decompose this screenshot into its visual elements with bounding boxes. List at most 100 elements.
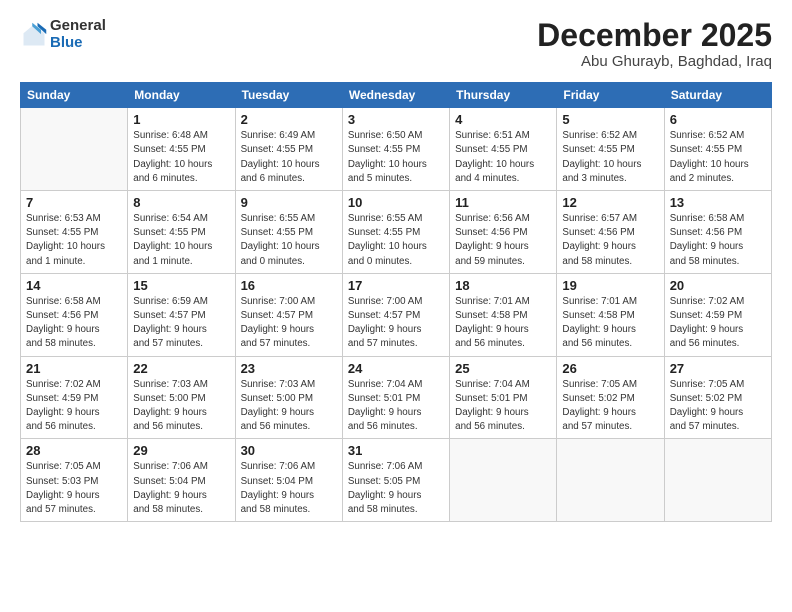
day-number: 17 [348,278,444,293]
day-number: 7 [26,195,122,210]
week-row-5: 28 Sunrise: 7:05 AMSunset: 5:03 PMDayligh… [21,439,772,522]
week-row-3: 14 Sunrise: 6:58 AMSunset: 4:56 PMDayligh… [21,273,772,356]
day-number: 2 [241,112,337,127]
day-info: Sunrise: 7:05 AMSunset: 5:02 PMDaylight:… [562,378,658,435]
calendar-cell: 2Sunrise: 6:49 AMSunset: 4:55 PMDaylight… [235,108,342,191]
calendar-cell: 21Sunrise: 7:02 AMSunset: 4:59 PMDayligh… [21,356,128,439]
day-info: Sunrise: 7:01 AMSunset: 4:58 PMDaylight:… [562,295,658,352]
day-number: 31 [348,443,444,458]
day-info: Sunrise: 7:06 AMSunset: 5:05 PMDaylight:… [348,460,444,517]
day-number: 28 [26,443,122,458]
calendar-cell: 13 Sunrise: 6:58 AMSunset: 4:56 PMDayligh… [664,191,771,274]
calendar-cell: 11 Sunrise: 6:56 AMSunset: 4:56 PMDayligh… [450,191,557,274]
day-info: Sunrise: 6:52 AMSunset: 4:55 PMDaylight:… [670,129,766,186]
day-info: Sunrise: 6:58 AMSunset: 4:56 PMDaylight:… [670,212,766,269]
day-number: 4 [455,112,551,127]
day-number: 13 [670,195,766,210]
calendar-cell: 31 Sunrise: 7:06 AMSunset: 5:05 PMDayligh… [342,439,449,522]
calendar-cell: 1 Sunrise: 6:48 AMSunset: 4:55 PMDaylight… [128,108,235,191]
day-info: Sunrise: 7:01 AMSunset: 4:58 PMDaylight:… [455,295,551,352]
calendar-cell: 19Sunrise: 7:01 AMSunset: 4:58 PMDayligh… [557,273,664,356]
weekday-friday: Friday [557,83,664,108]
day-number: 11 [455,195,551,210]
day-info: Sunrise: 7:04 AMSunset: 5:01 PMDaylight:… [455,378,551,435]
day-number: 16 [241,278,337,293]
weekday-saturday: Saturday [664,83,771,108]
header: General Blue December 2025 Abu Ghurayb, … [20,18,772,70]
day-number: 1 [133,112,229,127]
calendar-cell: 17 Sunrise: 7:00 AMSunset: 4:57 PMDayligh… [342,273,449,356]
day-number: 6 [670,112,766,127]
location: Abu Ghurayb, Baghdad, Iraq [537,53,772,70]
day-info: Sunrise: 6:55 AMSunset: 4:55 PMDaylight:… [241,212,337,269]
calendar-cell: 23 Sunrise: 7:03 AMSunset: 5:00 PMDayligh… [235,356,342,439]
day-number: 27 [670,361,766,376]
week-row-1: 1 Sunrise: 6:48 AMSunset: 4:55 PMDaylight… [21,108,772,191]
weekday-thursday: Thursday [450,83,557,108]
calendar-cell: 30 Sunrise: 7:06 AMSunset: 5:04 PMDayligh… [235,439,342,522]
day-info: Sunrise: 6:52 AMSunset: 4:55 PMDaylight:… [562,129,658,186]
calendar-cell: 25 Sunrise: 7:04 AMSunset: 5:01 PMDayligh… [450,356,557,439]
calendar-cell: 15 Sunrise: 6:59 AMSunset: 4:57 PMDayligh… [128,273,235,356]
week-row-4: 21Sunrise: 7:02 AMSunset: 4:59 PMDayligh… [21,356,772,439]
day-info: Sunrise: 6:56 AMSunset: 4:56 PMDaylight:… [455,212,551,269]
calendar-cell: 9 Sunrise: 6:55 AMSunset: 4:55 PMDaylight… [235,191,342,274]
calendar-cell: 10Sunrise: 6:55 AMSunset: 4:55 PMDayligh… [342,191,449,274]
day-number: 30 [241,443,337,458]
calendar-cell: 26 Sunrise: 7:05 AMSunset: 5:02 PMDayligh… [557,356,664,439]
title-block: December 2025 Abu Ghurayb, Baghdad, Iraq [537,18,772,70]
logo: General Blue [20,18,106,51]
day-number: 18 [455,278,551,293]
day-number: 25 [455,361,551,376]
weekday-row: SundayMondayTuesdayWednesdayThursdayFrid… [21,83,772,108]
day-info: Sunrise: 6:59 AMSunset: 4:57 PMDaylight:… [133,295,229,352]
logo-blue-text: Blue [50,35,106,52]
calendar-cell: 7 Sunrise: 6:53 AMSunset: 4:55 PMDaylight… [21,191,128,274]
day-number: 3 [348,112,444,127]
day-info: Sunrise: 7:06 AMSunset: 5:04 PMDaylight:… [241,460,337,517]
day-number: 15 [133,278,229,293]
day-number: 22 [133,361,229,376]
day-number: 14 [26,278,122,293]
day-info: Sunrise: 7:00 AMSunset: 4:57 PMDaylight:… [241,295,337,352]
weekday-sunday: Sunday [21,83,128,108]
weekday-tuesday: Tuesday [235,83,342,108]
day-info: Sunrise: 6:58 AMSunset: 4:56 PMDaylight:… [26,295,122,352]
day-info: Sunrise: 6:53 AMSunset: 4:55 PMDaylight:… [26,212,122,269]
month-title: December 2025 [537,18,772,53]
calendar-cell [21,108,128,191]
calendar-cell: 18 Sunrise: 7:01 AMSunset: 4:58 PMDayligh… [450,273,557,356]
calendar-cell [450,439,557,522]
day-number: 8 [133,195,229,210]
calendar-cell: 5 Sunrise: 6:52 AMSunset: 4:55 PMDaylight… [557,108,664,191]
calendar: SundayMondayTuesdayWednesdayThursdayFrid… [20,82,772,522]
calendar-cell: 14 Sunrise: 6:58 AMSunset: 4:56 PMDayligh… [21,273,128,356]
calendar-cell: 3 Sunrise: 6:50 AMSunset: 4:55 PMDaylight… [342,108,449,191]
day-info: Sunrise: 7:00 AMSunset: 4:57 PMDaylight:… [348,295,444,352]
day-info: Sunrise: 6:48 AMSunset: 4:55 PMDaylight:… [133,129,229,186]
day-number: 23 [241,361,337,376]
calendar-cell: 12 Sunrise: 6:57 AMSunset: 4:56 PMDayligh… [557,191,664,274]
logo-text: General Blue [50,18,106,51]
day-info: Sunrise: 7:03 AMSunset: 5:00 PMDaylight:… [241,378,337,435]
day-info: Sunrise: 7:02 AMSunset: 4:59 PMDaylight:… [670,295,766,352]
calendar-cell: 20Sunrise: 7:02 AMSunset: 4:59 PMDayligh… [664,273,771,356]
calendar-cell: 16 Sunrise: 7:00 AMSunset: 4:57 PMDayligh… [235,273,342,356]
weekday-monday: Monday [128,83,235,108]
day-info: Sunrise: 6:50 AMSunset: 4:55 PMDaylight:… [348,129,444,186]
week-row-2: 7 Sunrise: 6:53 AMSunset: 4:55 PMDaylight… [21,191,772,274]
day-number: 5 [562,112,658,127]
day-info: Sunrise: 7:03 AMSunset: 5:00 PMDaylight:… [133,378,229,435]
day-number: 9 [241,195,337,210]
day-info: Sunrise: 6:57 AMSunset: 4:56 PMDaylight:… [562,212,658,269]
day-info: Sunrise: 7:06 AMSunset: 5:04 PMDaylight:… [133,460,229,517]
day-info: Sunrise: 7:04 AMSunset: 5:01 PMDaylight:… [348,378,444,435]
calendar-cell [664,439,771,522]
day-info: Sunrise: 7:05 AMSunset: 5:03 PMDaylight:… [26,460,122,517]
day-info: Sunrise: 7:02 AMSunset: 4:59 PMDaylight:… [26,378,122,435]
calendar-cell: 4Sunrise: 6:51 AMSunset: 4:55 PMDaylight… [450,108,557,191]
day-number: 12 [562,195,658,210]
day-number: 10 [348,195,444,210]
day-number: 26 [562,361,658,376]
calendar-cell: 8Sunrise: 6:54 AMSunset: 4:55 PMDaylight… [128,191,235,274]
